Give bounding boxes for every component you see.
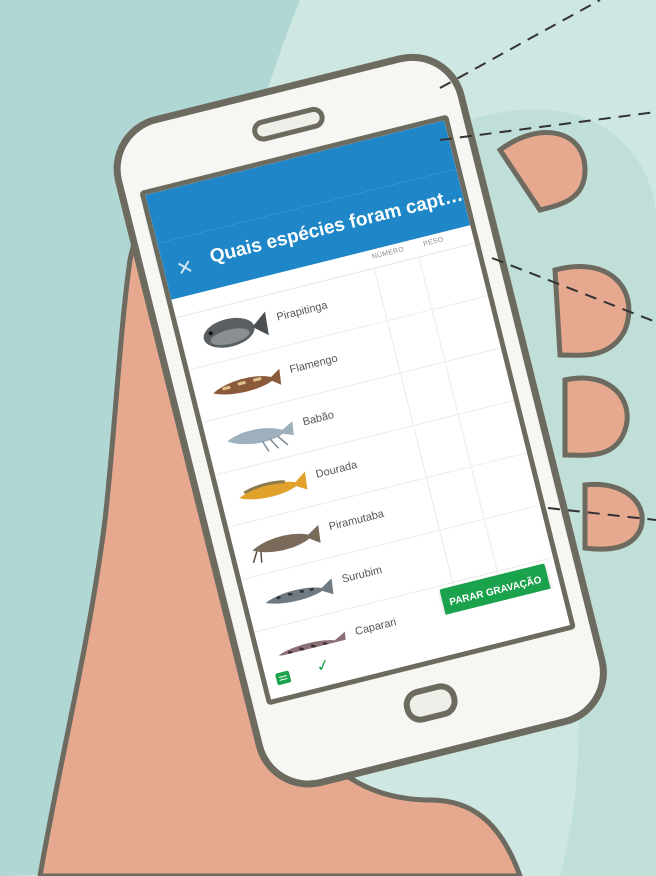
fish-flamengo-image [213,368,282,395]
species-name: Babão [301,409,336,429]
home-button[interactable] [400,679,461,727]
fish-pirapitinga-image [203,311,269,348]
fish-dourada-image [239,471,308,500]
species-name: Flamengo [288,352,339,376]
chat-icon[interactable] [274,670,292,686]
phone-wrap: ✕ Quais espécies foram captura... NÚMERO… [0,0,656,876]
column-header-number: NÚMERO [371,246,405,261]
fish-piramutaba-image [252,524,321,563]
phone-speaker [249,104,327,144]
fish-surubim-image [265,578,334,604]
species-name: Piramutaba [327,507,386,534]
species-name: Surubim [340,564,384,586]
phone-device: ✕ Quais espécies foram captura... NÚMERO… [102,42,619,799]
close-icon[interactable]: ✕ [172,255,199,282]
species-name: Pirapitinga [275,299,329,324]
species-name: Dourada [314,458,359,481]
fish-babao-image [227,421,294,453]
column-header-weight: PESO [422,236,445,249]
check-icon[interactable]: ✓ [314,655,332,678]
phone-screen: ✕ Quais espécies foram captura... NÚMERO… [139,114,576,706]
